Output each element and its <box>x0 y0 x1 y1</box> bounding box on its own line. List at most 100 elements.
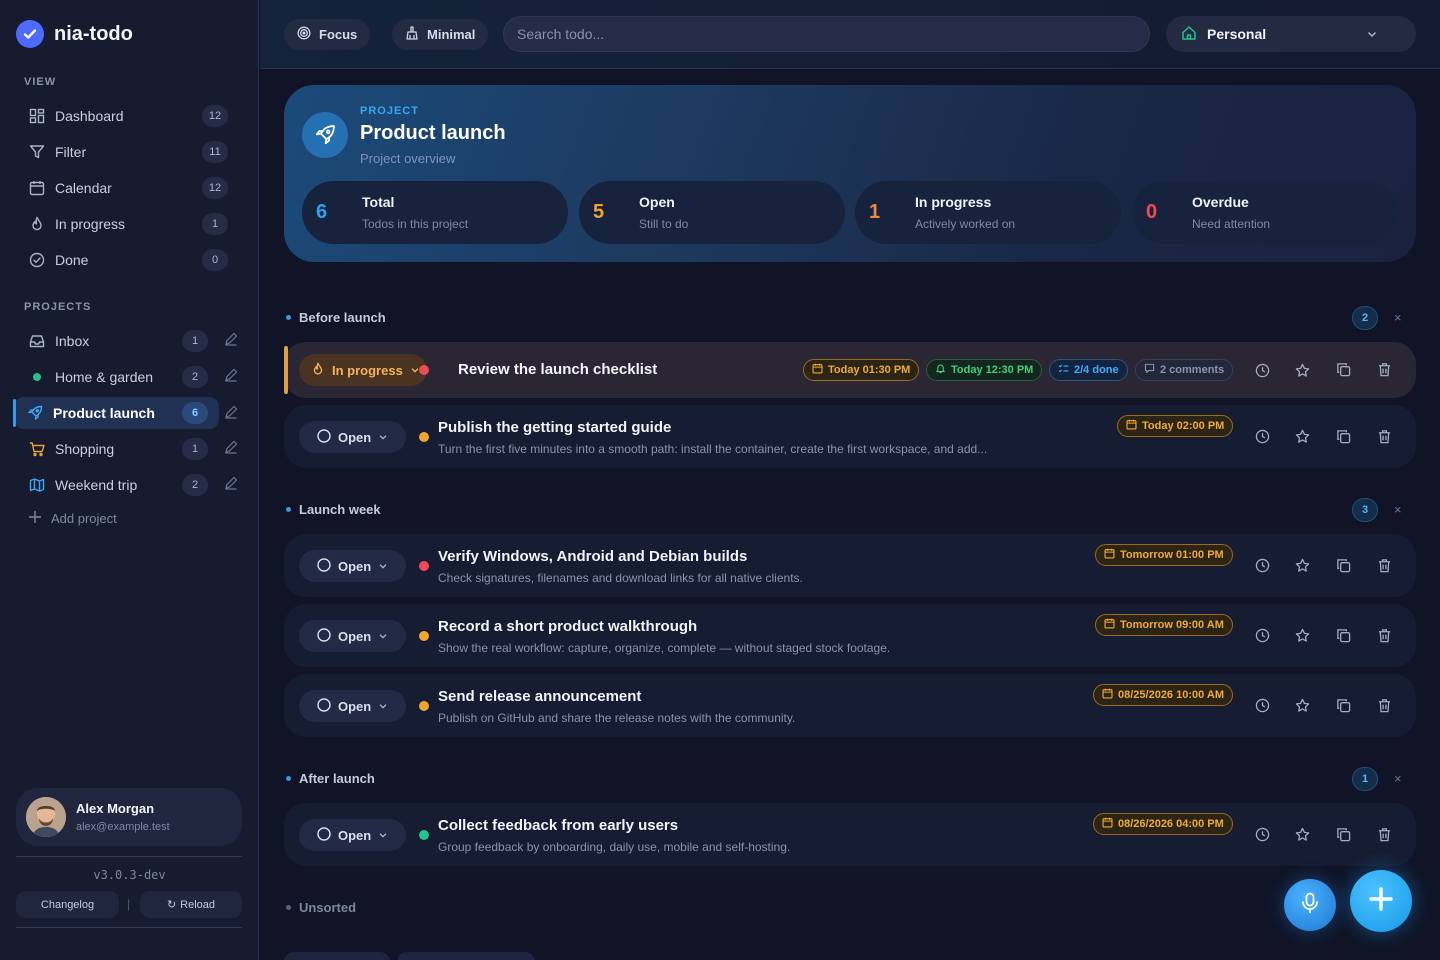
status-dropdown[interactable]: Open <box>299 620 406 652</box>
user-card[interactable]: Alex Morgan alex@example.test <box>16 788 242 846</box>
subtasks-text: 2/4 done <box>1074 364 1119 376</box>
close-icon[interactable]: × <box>1394 310 1402 325</box>
group-header-launch-week[interactable]: Launch week <box>286 502 381 517</box>
stat-number: 1 <box>869 201 881 223</box>
due-date-chip[interactable]: Today 02:00 PM <box>1117 415 1234 437</box>
status-dropdown[interactable]: Open <box>299 819 406 851</box>
search-input[interactable] <box>503 16 1150 52</box>
edit-pencil-icon[interactable] <box>224 405 238 424</box>
status-dropdown[interactable]: Open <box>299 550 406 582</box>
hero-kicker: PROJECT <box>360 105 419 117</box>
status-dropdown[interactable]: Open <box>299 690 406 722</box>
projects-section-title: PROJECTS <box>24 301 92 313</box>
duplicate-icon[interactable] <box>1332 425 1354 447</box>
todo-row[interactable]: Open Send release announcement Publish o… <box>284 674 1416 737</box>
star-icon[interactable] <box>1291 624 1313 646</box>
trash-icon[interactable] <box>1373 823 1395 845</box>
due-date-chip[interactable]: Tomorrow 01:00 PM <box>1095 544 1233 566</box>
duplicate-icon[interactable] <box>1332 554 1354 576</box>
edit-pencil-icon[interactable] <box>224 332 240 348</box>
todo-title[interactable]: Collect feedback from early users <box>438 817 678 834</box>
todo-title[interactable]: Publish the getting started guide <box>438 419 671 436</box>
minimal-label: Minimal <box>427 27 476 42</box>
snooze-clock-icon[interactable] <box>1251 823 1273 845</box>
voice-input-button[interactable] <box>1284 879 1336 931</box>
todo-row[interactable]: Open Verify Windows, Android and Debian … <box>284 534 1416 597</box>
map-icon <box>28 476 46 494</box>
todo-title[interactable]: Send release announcement <box>438 688 641 705</box>
todo-row[interactable]: Open Publish the getting started guide T… <box>284 405 1416 468</box>
status-dropdown[interactable]: Open <box>299 421 406 453</box>
todo-row[interactable]: Open Record a short product walkthrough … <box>284 604 1416 667</box>
app-logo[interactable]: nia-todo <box>16 20 133 48</box>
snooze-clock-icon[interactable] <box>1251 425 1273 447</box>
reload-button[interactable]: ↻ Reload <box>140 891 242 918</box>
snooze-clock-icon[interactable] <box>1251 359 1273 381</box>
minimal-button[interactable]: Minimal <box>392 19 489 50</box>
group-header-unsorted[interactable]: Unsorted <box>286 900 356 915</box>
star-icon[interactable] <box>1291 694 1313 716</box>
add-project-button[interactable]: Add project <box>28 510 117 527</box>
cut-off-button[interactable] <box>284 952 390 960</box>
subtasks-chip[interactable]: 2/4 done <box>1049 359 1128 381</box>
workspace-select[interactable]: Personal <box>1166 16 1416 52</box>
add-todo-button[interactable] <box>1350 870 1412 932</box>
flame-icon <box>28 215 46 233</box>
todo-title[interactable]: Record a short product walkthrough <box>438 618 697 635</box>
count-badge: 1 <box>182 438 208 460</box>
close-icon[interactable]: × <box>1394 771 1402 786</box>
changelog-button[interactable]: Changelog <box>16 891 119 918</box>
duplicate-icon[interactable] <box>1332 624 1354 646</box>
snooze-clock-icon[interactable] <box>1251 624 1273 646</box>
snooze-clock-icon[interactable] <box>1251 554 1273 576</box>
group-header-before-launch[interactable]: Before launch <box>286 310 386 325</box>
project-item-weekend-trip[interactable]: Weekend trip 2 <box>16 469 238 501</box>
nav-item-dashboard[interactable]: Dashboard 12 <box>16 100 238 132</box>
due-date-chip[interactable]: 08/26/2026 04:00 PM <box>1093 813 1233 835</box>
nav-item-calendar[interactable]: Calendar 12 <box>16 172 238 204</box>
cut-off-button[interactable] <box>397 952 535 960</box>
todo-title[interactable]: Review the launch checklist <box>458 361 657 378</box>
project-item-product-launch[interactable]: Product launch 6 <box>13 397 219 429</box>
trash-icon[interactable] <box>1373 554 1395 576</box>
broom-icon <box>405 26 419 43</box>
nav-item-done[interactable]: Done 0 <box>16 244 238 276</box>
trash-icon[interactable] <box>1373 624 1395 646</box>
edit-pencil-icon[interactable] <box>224 440 240 456</box>
star-icon[interactable] <box>1291 554 1313 576</box>
comments-chip[interactable]: 2 comments <box>1135 359 1234 381</box>
star-icon[interactable] <box>1291 823 1313 845</box>
due-date-chip[interactable]: Tomorrow 09:00 AM <box>1095 614 1233 636</box>
duplicate-icon[interactable] <box>1332 358 1354 380</box>
trash-icon[interactable] <box>1373 358 1395 380</box>
duplicate-icon[interactable] <box>1332 823 1354 845</box>
status-dropdown[interactable]: In progress <box>299 354 427 386</box>
trash-icon[interactable] <box>1373 425 1395 447</box>
todo-row[interactable]: Open Collect feedback from early users G… <box>284 803 1416 866</box>
star-icon[interactable] <box>1291 425 1313 447</box>
close-icon[interactable]: × <box>1394 502 1402 517</box>
project-item-home-garden[interactable]: Home & garden 2 <box>16 361 238 393</box>
reminder-chip[interactable]: Today 12:30 PM <box>926 359 1043 381</box>
nav-item-label: Calendar <box>55 180 112 196</box>
edit-pencil-icon[interactable] <box>224 476 240 492</box>
stat-label: Total <box>362 194 395 210</box>
nav-item-filter[interactable]: Filter 11 <box>16 136 238 168</box>
snooze-clock-icon[interactable] <box>1251 694 1273 716</box>
due-date-chip[interactable]: 08/25/2026 10:00 AM <box>1093 684 1233 706</box>
todo-title[interactable]: Verify Windows, Android and Debian build… <box>438 548 747 565</box>
nav-item-in-progress[interactable]: In progress 1 <box>16 208 238 240</box>
star-icon[interactable] <box>1291 359 1313 381</box>
todo-row[interactable]: In progress Review the launch checklist … <box>284 342 1416 398</box>
due-date-text: Today 02:00 PM <box>1142 420 1225 432</box>
project-item-inbox[interactable]: Inbox 1 <box>16 325 238 357</box>
duplicate-icon[interactable] <box>1332 694 1354 716</box>
project-item-shopping[interactable]: Shopping 1 <box>16 433 238 465</box>
group-header-after-launch[interactable]: After launch <box>286 771 375 786</box>
due-date-chip[interactable]: Today 01:30 PM <box>803 359 920 381</box>
filter-icon <box>28 143 46 161</box>
focus-button[interactable]: Focus <box>284 19 371 50</box>
edit-pencil-icon[interactable] <box>224 368 240 384</box>
stat-open: 5 Open Still to do <box>579 181 845 244</box>
trash-icon[interactable] <box>1373 694 1395 716</box>
